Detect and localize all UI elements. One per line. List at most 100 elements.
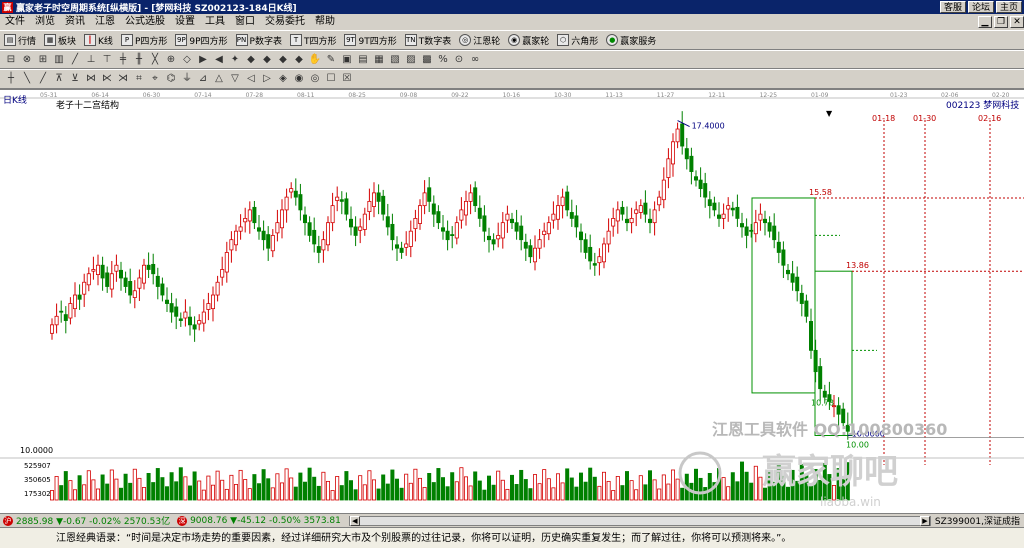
restore-icon[interactable]: ❐ [994, 16, 1008, 28]
candle-body [123, 277, 128, 287]
tool-t-icon[interactable]: ▧ [388, 53, 402, 67]
tool-m-icon[interactable]: ◆ [276, 53, 290, 67]
period-icon[interactable]: ⊞ [36, 53, 50, 67]
tool-i-icon[interactable]: ◀ [212, 53, 226, 67]
menu-tools[interactable]: 工具 [200, 14, 230, 30]
func-gann-wheel[interactable]: ◎ 江恩轮 [459, 34, 500, 47]
tool-o-icon[interactable]: ✋ [308, 53, 322, 67]
tool-u-icon[interactable]: ▨ [404, 53, 418, 67]
tool-p-icon[interactable]: ✎ [324, 53, 338, 67]
func-hexagon[interactable]: ⬡ 六角形 [557, 34, 598, 47]
tool-c-icon[interactable]: ╪ [116, 53, 130, 67]
tool-w-icon[interactable]: % [436, 53, 450, 67]
menu-help[interactable]: 帮助 [310, 14, 340, 30]
draw-p-icon[interactable]: ◁ [244, 72, 258, 86]
menu-settings[interactable]: 设置 [170, 14, 200, 30]
func-market[interactable]: ▤ 行情 [4, 34, 36, 47]
tool-e-icon[interactable]: ╳ [148, 53, 162, 67]
func-p-square[interactable]: P P四方形 [120, 34, 167, 47]
draw-a-icon[interactable]: ┼ [4, 72, 18, 86]
menu-formula[interactable]: 公式选股 [120, 14, 170, 30]
tool-v-icon[interactable]: ▩ [420, 53, 434, 67]
draw-k-icon[interactable]: ⌬ [164, 72, 178, 86]
candle-body [652, 209, 657, 224]
tool-f-icon[interactable]: ⊕ [164, 53, 178, 67]
minimize-icon[interactable]: ▁ [978, 16, 992, 28]
candle-body [473, 187, 478, 207]
tool-j-icon[interactable]: ✦ [228, 53, 242, 67]
func-winner-wheel[interactable]: ◉ 赢家轮 [508, 34, 549, 47]
scroll-right-icon[interactable]: ▶ [919, 515, 930, 526]
tool-b-icon[interactable]: ⊤ [100, 53, 114, 67]
tool-l-icon[interactable]: ◆ [260, 53, 274, 67]
menu-file[interactable]: 文件 [0, 14, 30, 30]
zoom-icon[interactable]: ⊗ [20, 53, 34, 67]
tool-a-icon[interactable]: ⊥ [84, 53, 98, 67]
func-service[interactable]: ● 赢家服务 [606, 34, 656, 47]
tool-s-icon[interactable]: ▦ [372, 53, 386, 67]
customer-service-link[interactable]: 客服 [939, 1, 966, 13]
volume-bar [54, 476, 59, 501]
draw-t-icon[interactable]: ◎ [308, 72, 322, 86]
scroll-left-icon[interactable]: ◀ [349, 515, 360, 526]
func-9t-square[interactable]: 9T 9T四方形 [344, 34, 397, 47]
menu-gann[interactable]: 江恩 [90, 14, 120, 30]
draw-j-icon[interactable]: ⌖ [148, 72, 162, 86]
func-p-table[interactable]: PN P数字表 [235, 34, 282, 47]
draw-toolbar-2: ┼ ╲ ╱ ⊼ ⊻ ⋈ ⋉ ⋊ ⌗ ⌖ ⌬ ⏚ ⊿ △ ▽ ◁ ▷ ◈ ◉ ◎ … [0, 69, 1024, 89]
draw-s-icon[interactable]: ◉ [292, 72, 306, 86]
draw-h-icon[interactable]: ⋊ [116, 72, 130, 86]
draw-m-icon[interactable]: ⊿ [196, 72, 210, 86]
candle-body [229, 239, 234, 251]
func-t-square[interactable]: T T四方形 [289, 34, 336, 47]
draw-n-icon[interactable]: △ [212, 72, 226, 86]
draw-l-icon[interactable]: ⏚ [180, 72, 194, 86]
draw-r-icon[interactable]: ◈ [276, 72, 290, 86]
tool-g-icon[interactable]: ◇ [180, 53, 194, 67]
draw-v-icon[interactable]: ☒ [340, 72, 354, 86]
draw-c-icon[interactable]: ╱ [36, 72, 50, 86]
candle-body [335, 196, 340, 201]
candle-body [109, 273, 114, 290]
func-sector[interactable]: ▦ 板块 [44, 34, 76, 47]
tool-x-icon[interactable]: ⊙ [452, 53, 466, 67]
draw-o-icon[interactable]: ▽ [228, 72, 242, 86]
draw-d-icon[interactable]: ⊼ [52, 72, 66, 86]
draw-u-icon[interactable]: ☐ [324, 72, 338, 86]
draw-e-icon[interactable]: ⊻ [68, 72, 82, 86]
draw-f-icon[interactable]: ⋈ [84, 72, 98, 86]
tool-n-icon[interactable]: ◆ [292, 53, 306, 67]
func-9p-square[interactable]: 9P 9P四方形 [175, 34, 228, 47]
kline-chart[interactable]: 05-31 06-14 06-30 07-14 07-28 08-11 08-25 09-08… [0, 89, 1024, 513]
draw-q-icon[interactable]: ▷ [260, 72, 274, 86]
menu-info[interactable]: 资讯 [60, 14, 90, 30]
shenzhen-index[interactable]: 9008.76 ▼-45.12 -0.50% 3573.81 [190, 516, 341, 526]
ticker-scrollbar[interactable]: ◀ ▶ [348, 515, 931, 526]
tool-y-icon[interactable]: ∞ [468, 53, 482, 67]
volume-bar [119, 487, 124, 501]
volume-bar [348, 480, 353, 501]
draw-g-icon[interactable]: ⋉ [100, 72, 114, 86]
close-icon[interactable]: ✕ [1010, 16, 1024, 28]
line-tool-icon[interactable]: ╱ [68, 53, 82, 67]
bar-chart-icon[interactable]: ▥ [52, 53, 66, 67]
shanghai-index[interactable]: 2885.98 ▼-0.67 -0.02% 2570.53亿 [16, 514, 170, 527]
menu-trade[interactable]: 交易委托 [260, 14, 310, 30]
candle-body [509, 218, 514, 224]
candle-body [523, 241, 528, 249]
draw-i-icon[interactable]: ⌗ [132, 72, 146, 86]
volume-tick: 175302 [24, 490, 51, 498]
tool-r-icon[interactable]: ▤ [356, 53, 370, 67]
draw-b-icon[interactable]: ╲ [20, 72, 34, 86]
forum-link[interactable]: 论坛 [967, 1, 994, 13]
menu-browse[interactable]: 浏览 [30, 14, 60, 30]
tool-d-icon[interactable]: ╫ [132, 53, 146, 67]
tool-k-icon[interactable]: ◆ [244, 53, 258, 67]
tool-h-icon[interactable]: ▶ [196, 53, 210, 67]
tool-q-icon[interactable]: ▣ [340, 53, 354, 67]
func-t-table[interactable]: TN T数字表 [404, 34, 451, 47]
func-kline[interactable]: ┃ K线 [84, 34, 113, 47]
layout-icon[interactable]: ⊟ [4, 53, 18, 67]
homepage-link[interactable]: 主页 [995, 1, 1022, 13]
menu-window[interactable]: 窗口 [230, 14, 260, 30]
